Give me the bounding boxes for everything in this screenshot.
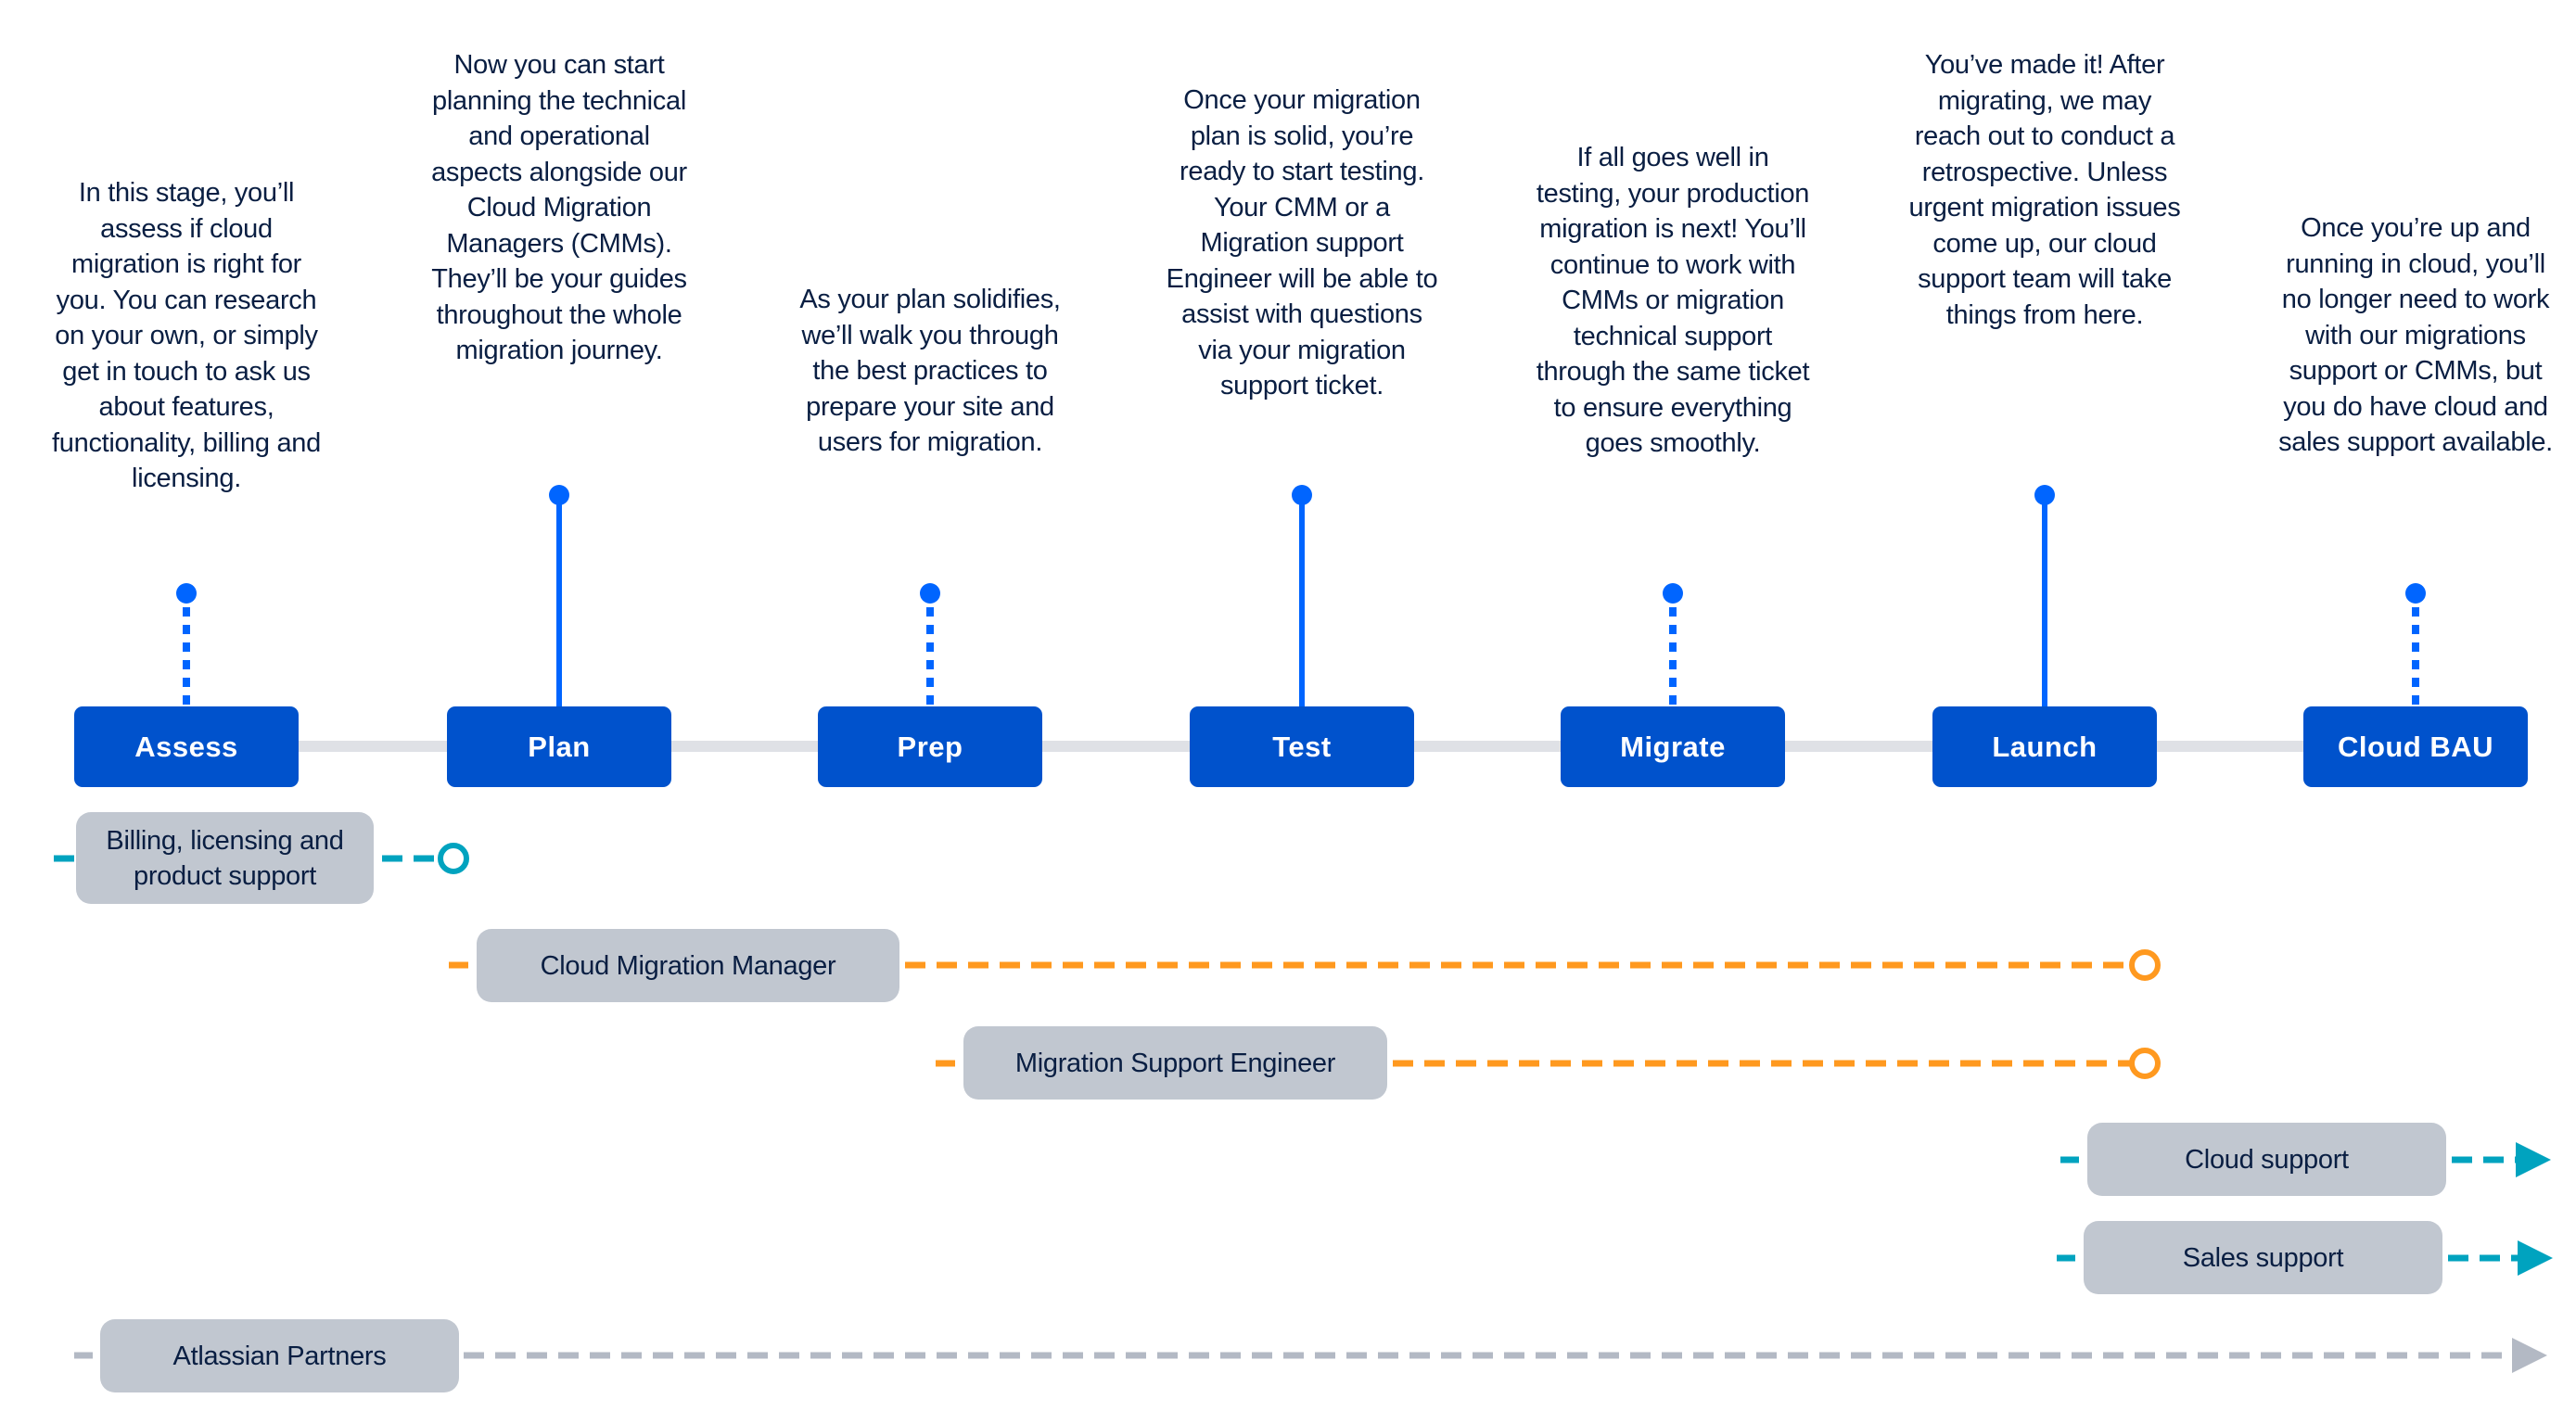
- connector-dot-launch: [2034, 485, 2055, 505]
- migration-journey-diagram: In this stage, you’ll assess if cloud mi…: [0, 0, 2576, 1424]
- connector-dot-prep: [920, 583, 940, 604]
- stage-description-prep: As your plan solidifies, we’ll walk you …: [799, 285, 1061, 457]
- stage-assess: Assess: [74, 706, 299, 787]
- lane-cloud-support: Cloud support: [2087, 1123, 2446, 1196]
- stage-migrate: Migrate: [1561, 706, 1785, 787]
- lane-cloud-migration-manager: Cloud Migration Manager: [477, 929, 899, 1002]
- connector-dot-migrate: [1663, 583, 1683, 604]
- stage-description-migrate: If all goes well in testing, your produc…: [1536, 143, 1810, 458]
- stage-description-assess: In this stage, you’ll assess if cloud mi…: [52, 178, 321, 493]
- stage-launch: Launch: [1932, 706, 2157, 787]
- stage-plan: Plan: [447, 706, 671, 787]
- stage-prep: Prep: [818, 706, 1042, 787]
- lane-end-circle-migration-support-engineer: [2129, 1048, 2161, 1079]
- lane-atlassian-partners: Atlassian Partners: [100, 1319, 459, 1392]
- lane-end-circle-cloud-migration-manager: [2129, 949, 2161, 981]
- lane-end-circle-billing-licensing-and-product-support: [438, 843, 469, 874]
- stage-test: Test: [1190, 706, 1414, 787]
- stage-description-cloud-bau: Once you’re up and running in cloud, you…: [2278, 213, 2553, 457]
- stage-description-launch: You’ve made it! After migrating, we may …: [1908, 50, 2181, 330]
- connector-dot-plan: [549, 485, 569, 505]
- lane-arrow-icon-sales-support: [2518, 1240, 2553, 1276]
- stage-cloud-bau: Cloud BAU: [2303, 706, 2528, 787]
- connector-dot-assess: [176, 583, 197, 604]
- connector-dot-cloud-bau: [2405, 583, 2426, 604]
- stage-description-plan: Now you can start planning the technical…: [431, 50, 687, 365]
- lane-migration-support-engineer: Migration Support Engineer: [963, 1026, 1387, 1100]
- connector-dot-test: [1292, 485, 1312, 505]
- lane-billing-licensing-product-support: Billing, licensing and product support: [76, 812, 374, 904]
- stage-description-test: Once your migration plan is solid, you’r…: [1166, 85, 1438, 400]
- lane-sales-support: Sales support: [2084, 1221, 2442, 1294]
- lane-arrow-icon-atlassian-partners: [2512, 1338, 2547, 1373]
- lane-arrow-icon-cloud-support: [2516, 1142, 2551, 1177]
